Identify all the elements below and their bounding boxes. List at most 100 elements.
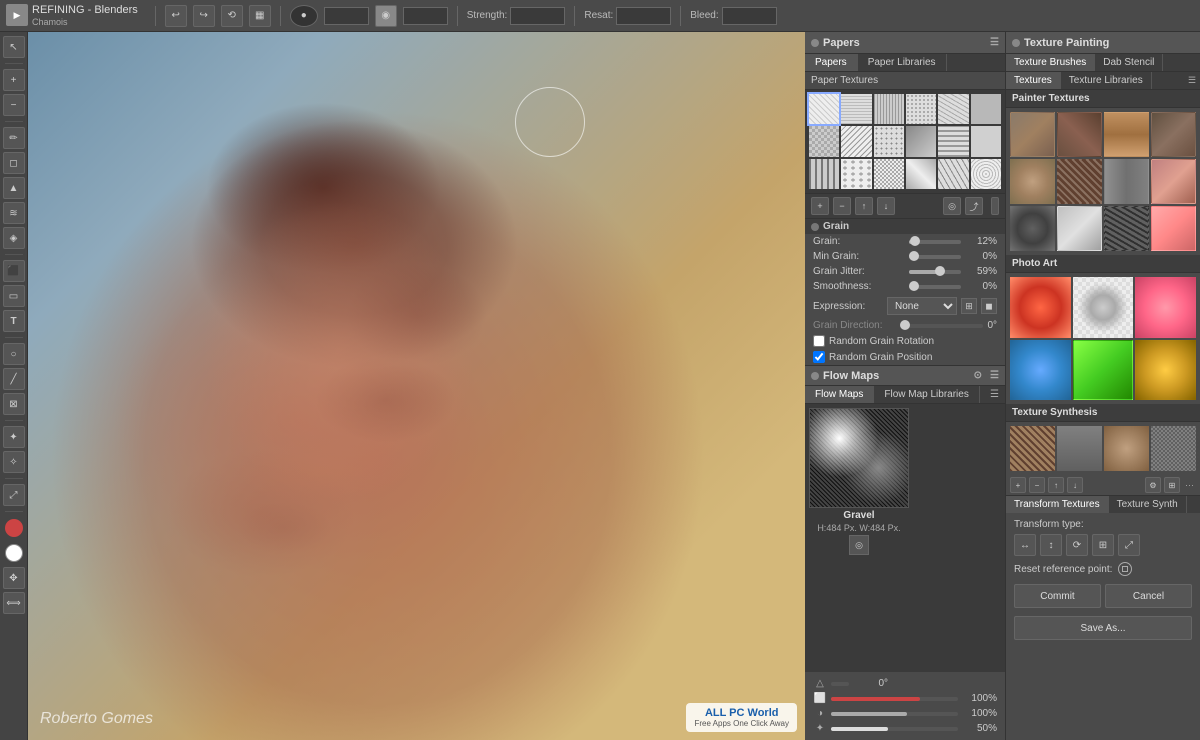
pa-6[interactable] [1135,340,1196,401]
paper-btn-3[interactable]: ↑ [855,197,873,215]
tool-option-2[interactable]: ▦ [249,5,271,27]
commit-button[interactable]: Commit [1014,584,1101,608]
tool-brush[interactable]: ✏ [3,127,25,149]
texture-13[interactable] [809,159,839,189]
redo-button[interactable]: ↪ [193,5,215,27]
ts-btn-3[interactable]: ↑ [1048,477,1064,493]
expression-btn-2[interactable]: ◼ [981,298,997,314]
ts-btn-4[interactable]: ↓ [1067,477,1083,493]
fm-contrast-slider[interactable] [831,727,958,731]
tool-transform[interactable]: ⤢ [3,484,25,506]
transform-icon-5[interactable]: ⤢ [1118,534,1140,556]
tool-hand[interactable]: ✥ [3,567,25,589]
strength-input[interactable]: 12% [510,7,565,25]
flowmap-thumbnail[interactable] [809,408,909,508]
texture-5[interactable] [938,94,968,124]
brush-size-input[interactable]: 52.4 [324,7,369,25]
grain-jitter-thumb[interactable] [935,266,945,276]
fm-brightness-slider[interactable] [831,712,958,716]
tab-flowmap-libraries[interactable]: Flow Map Libraries [874,386,979,403]
tool-eraser[interactable]: ◻ [3,152,25,174]
tab-paper-libraries[interactable]: Paper Libraries [858,54,947,71]
min-grain-thumb[interactable] [909,251,919,261]
flowmaps-options-btn[interactable]: ☰ [990,370,999,381]
fm-angle-slider[interactable] [831,682,849,686]
tool-shape[interactable]: ○ [3,343,25,365]
ts-2[interactable] [1057,426,1102,471]
pt-3[interactable] [1104,112,1149,157]
pt-5[interactable] [1010,159,1055,204]
texture-15[interactable] [874,159,904,189]
pt-7[interactable] [1104,159,1149,204]
texture-10[interactable] [906,126,936,156]
texture-7[interactable] [809,126,839,156]
texture-11[interactable] [938,126,968,156]
flowmaps-menu[interactable]: ☰ [984,386,1005,403]
ts-btn-5[interactable]: ⚙ [1145,477,1161,493]
ts-btn-1[interactable]: + [1010,477,1026,493]
tool-option-1[interactable]: ⟲ [221,5,243,27]
ts-btn-2[interactable]: − [1029,477,1045,493]
texture-8[interactable] [841,126,871,156]
transform-icon-2[interactable]: ↕ [1040,534,1062,556]
ts-3[interactable] [1104,426,1149,471]
canvas-area[interactable]: Roberto Gomes ALL PC World Free Apps One… [28,32,805,740]
paper-btn-export[interactable]: ⤴ [965,197,983,215]
tool-mirror[interactable]: ⟺ [3,592,25,614]
pa-1[interactable] [1010,277,1071,338]
tool-crop[interactable]: ⊠ [3,393,25,415]
paper-btn-capture[interactable]: ◎ [943,197,961,215]
paper-scrollbar[interactable] [991,197,999,215]
tool-line[interactable]: ╱ [3,368,25,390]
flowmap-capture-btn[interactable]: ◎ [849,535,869,555]
opacity-input[interactable]: 33% [403,7,448,25]
transform-icon-4[interactable]: ⊞ [1092,534,1114,556]
grain-direction-slider[interactable] [900,324,983,328]
texture-3[interactable] [874,94,904,124]
tool-clone[interactable]: ◈ [3,227,25,249]
tool-magic[interactable]: ✧ [3,451,25,473]
pt-10[interactable] [1057,206,1102,251]
transform-icon-1[interactable]: ↔ [1014,534,1036,556]
pt-11[interactable] [1104,206,1149,251]
brush-mode-btn[interactable]: ◉ [375,5,397,27]
pa-2[interactable] [1073,277,1134,338]
flowmaps-menu-btn[interactable]: ⊙ [974,370,982,381]
paper-btn-2[interactable]: − [833,197,851,215]
pa-5[interactable] [1073,340,1134,401]
pt-1[interactable] [1010,112,1055,157]
grain-thumb[interactable] [910,236,920,246]
undo-button[interactable]: ↩ [165,5,187,27]
tab-papers[interactable]: Papers [805,54,858,71]
pt-9[interactable] [1010,206,1055,251]
tool-select[interactable]: ↖ [3,36,25,58]
tab-texture-synth[interactable]: Texture Synth [1109,496,1187,513]
tab-textures[interactable]: Textures [1006,72,1061,89]
cancel-button[interactable]: Cancel [1105,584,1192,608]
papers-panel-menu[interactable]: ☰ [990,37,999,48]
tool-zoom-in[interactable]: + [3,69,25,91]
pt-8[interactable] [1151,159,1196,204]
tool-zoom-out[interactable]: − [3,94,25,116]
texture-9[interactable] [874,126,904,156]
tool-fill[interactable]: ⬛ [3,260,25,282]
tab-flowmaps[interactable]: Flow Maps [805,386,874,403]
pt-4[interactable] [1151,112,1196,157]
texture-4[interactable] [906,94,936,124]
pt-2[interactable] [1057,112,1102,157]
grain-direction-thumb[interactable] [900,320,910,330]
grain-slider[interactable] [909,240,961,244]
pt-6[interactable] [1057,159,1102,204]
texture-14[interactable] [841,159,871,189]
expression-btn-1[interactable]: ⊞ [961,298,977,314]
tex-lib-menu-btn[interactable]: ☰ [1184,72,1200,89]
pa-3[interactable] [1135,277,1196,338]
tool-dropper[interactable]: ✦ [3,426,25,448]
crosshair-icon[interactable] [1118,562,1132,576]
pa-4[interactable] [1010,340,1071,401]
texture-17[interactable] [938,159,968,189]
texture-16[interactable] [906,159,936,189]
random-position-checkbox[interactable] [813,351,825,363]
tool-gradient[interactable]: ▭ [3,285,25,307]
tab-texture-brushes[interactable]: Texture Brushes [1006,54,1095,71]
